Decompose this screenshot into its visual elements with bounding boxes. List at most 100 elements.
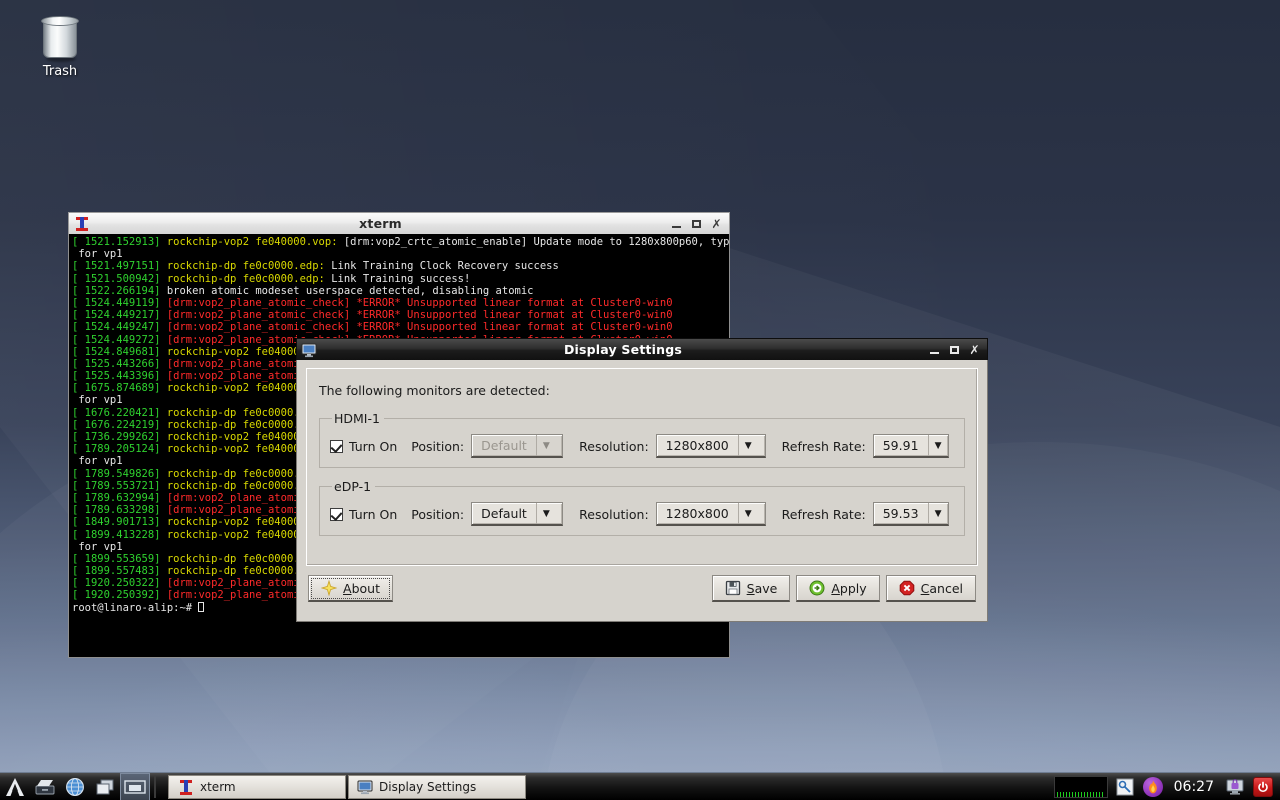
chevron-down-icon: ▼ xyxy=(927,503,948,524)
dialog-button-bar: About Save Apply Cancel xyxy=(306,575,978,602)
terminal-line: [ 1521.500942] rockchip-dp fe0c0000.edp:… xyxy=(72,272,471,285)
resolution-combo-hdmi-1[interactable]: 1280x800 ▼ xyxy=(655,434,766,458)
refresh-rate-value-hdmi-1: 59.91 xyxy=(882,438,919,453)
monitor-group-edp-1: eDP-1 Turn On Position: Default ▼ Resolu… xyxy=(319,479,965,536)
launcher-show-desktop[interactable] xyxy=(120,772,150,800)
display-settings-content-frame: The following monitors are detected: HDM… xyxy=(306,368,978,566)
star-icon xyxy=(320,579,338,597)
chevron-down-icon: ▼ xyxy=(535,435,556,456)
display-settings-titlebar-buttons: ✗ xyxy=(929,344,984,356)
resolution-combo-edp-1[interactable]: 1280x800 ▼ xyxy=(655,502,766,526)
terminal-line: [ 1524.449119] [drm:vop2_plane_atomic_ch… xyxy=(72,296,673,309)
display-settings-body: The following monitors are detected: HDM… xyxy=(296,360,988,622)
chevron-down-icon: ▼ xyxy=(737,435,758,456)
terminal-cursor xyxy=(198,601,205,612)
refresh-rate-label-hdmi-1: Refresh Rate: xyxy=(781,438,866,454)
xterm-logo-icon xyxy=(178,779,194,795)
terminal-line: for vp1 xyxy=(72,248,123,261)
checkbox-icon xyxy=(330,507,343,521)
key-icon[interactable] xyxy=(1114,776,1136,798)
taskbar-task-label: Display Settings xyxy=(379,779,477,794)
cancel-button-label: Cancel xyxy=(920,580,963,596)
display-settings-maximize-button[interactable] xyxy=(949,344,960,355)
monitor-group-label-edp-1: eDP-1 xyxy=(334,479,372,494)
refresh-rate-combo-hdmi-1[interactable]: 59.91 ▼ xyxy=(872,434,949,458)
terminal-line: [ 1521.497151] rockchip-dp fe0c0000.edp:… xyxy=(72,260,559,273)
apply-button[interactable]: Apply xyxy=(796,575,880,602)
xterm-titlebar[interactable]: xterm ✗ xyxy=(68,212,730,234)
taskbar-task-label: xterm xyxy=(200,779,236,794)
taskbar-window-list: xterm Display Settings xyxy=(168,774,1054,799)
about-button[interactable]: About xyxy=(308,575,393,602)
chevron-down-icon: ▼ xyxy=(927,435,948,456)
terminal-line: [ 1521.152913] rockchip-vop2 fe040000.vo… xyxy=(72,236,730,248)
monitors-detected-heading: The following monitors are detected: xyxy=(319,383,550,398)
power-icon[interactable] xyxy=(1252,776,1274,798)
windows-icon xyxy=(96,779,114,794)
launcher-web-browser[interactable] xyxy=(60,773,90,800)
save-button[interactable]: Save xyxy=(711,575,791,602)
display-settings-minimize-button[interactable] xyxy=(929,344,940,355)
terminal-line: [ 1524.449217] [drm:vop2_plane_atomic_ch… xyxy=(72,309,673,322)
resolution-label-edp-1: Resolution: xyxy=(579,506,649,522)
refresh-rate-combo-edp-1[interactable]: 59.53 ▼ xyxy=(872,502,949,526)
chevron-down-icon: ▼ xyxy=(535,503,556,524)
position-label-edp-1: Position: xyxy=(411,506,465,522)
about-button-label: About xyxy=(343,580,380,596)
desktop-icon xyxy=(124,779,146,794)
lock-screen-icon[interactable] xyxy=(1224,776,1246,798)
taskbar-clock[interactable]: 06:27 xyxy=(1170,779,1218,795)
refresh-rate-value-edp-1: 59.53 xyxy=(882,506,919,521)
xterm-logo-icon xyxy=(74,216,90,231)
position-value-edp-1: Default xyxy=(481,506,527,521)
trash-icon xyxy=(41,14,79,62)
cpu-graph-icon[interactable] xyxy=(1053,775,1108,798)
monitor-icon xyxy=(357,779,373,795)
checkbox-icon xyxy=(330,439,343,453)
globe-icon xyxy=(66,777,84,796)
turn-on-checkbox-edp-1[interactable]: Turn On xyxy=(330,507,397,522)
taskbar: xterm Display Settings 06:27 xyxy=(0,772,1280,800)
position-value-hdmi-1: Default xyxy=(481,438,527,453)
launcher-window-list[interactable] xyxy=(90,773,120,800)
xterm-title: xterm xyxy=(359,216,402,231)
turn-on-label-hdmi-1: Turn On xyxy=(349,438,398,454)
display-settings-window[interactable]: Display Settings ✗ The following monitor… xyxy=(296,338,988,622)
turn-on-label-edp-1: Turn On xyxy=(349,506,398,522)
cancel-octagon-icon xyxy=(899,580,915,596)
resolution-value-edp-1: 1280x800 xyxy=(665,506,729,521)
xterm-maximize-button[interactable] xyxy=(691,218,702,229)
flame-icon[interactable] xyxy=(1142,776,1164,798)
drawer-icon xyxy=(35,779,55,794)
arch-logo-icon xyxy=(6,777,24,796)
taskbar-launchers xyxy=(0,772,160,800)
refresh-rate-label-edp-1: Refresh Rate: xyxy=(781,506,866,522)
position-combo-hdmi-1[interactable]: Default ▼ xyxy=(471,434,564,458)
terminal-line: [ 1522.266194] broken atomic modeset use… xyxy=(72,284,534,297)
resolution-label-hdmi-1: Resolution: xyxy=(579,438,649,454)
position-label-hdmi-1: Position: xyxy=(411,438,465,454)
position-combo-edp-1[interactable]: Default ▼ xyxy=(471,502,564,526)
display-settings-close-button[interactable]: ✗ xyxy=(969,344,980,356)
monitor-group-hdmi-1: HDMI-1 Turn On Position: Default ▼ Resol… xyxy=(319,411,965,468)
launcher-file-manager[interactable] xyxy=(30,773,60,800)
launcher-separator xyxy=(154,775,156,798)
launcher-applications-menu[interactable] xyxy=(0,773,30,800)
cancel-button[interactable]: Cancel xyxy=(885,575,976,602)
desktop-icon-label: Trash xyxy=(42,64,78,79)
xterm-titlebar-buttons: ✗ xyxy=(671,218,726,230)
turn-on-checkbox-hdmi-1[interactable]: Turn On xyxy=(330,439,397,454)
taskbar-task-xterm[interactable]: xterm xyxy=(168,774,346,799)
desktop-icon-trash[interactable]: Trash xyxy=(22,14,98,79)
save-button-label: Save xyxy=(746,580,778,596)
floppy-icon xyxy=(725,580,741,596)
xterm-minimize-button[interactable] xyxy=(671,218,682,229)
xterm-close-button[interactable]: ✗ xyxy=(711,218,722,230)
taskbar-task-display-settings[interactable]: Display Settings xyxy=(348,774,526,799)
apply-button-label: Apply xyxy=(831,580,867,596)
display-settings-titlebar[interactable]: Display Settings ✗ xyxy=(296,338,988,360)
monitor-icon xyxy=(301,342,317,358)
monitor-group-label-hdmi-1: HDMI-1 xyxy=(334,411,380,426)
terminal-line: [ 1524.449247] [drm:vop2_plane_atomic_ch… xyxy=(72,321,673,334)
system-tray: 06:27 xyxy=(1053,775,1280,798)
